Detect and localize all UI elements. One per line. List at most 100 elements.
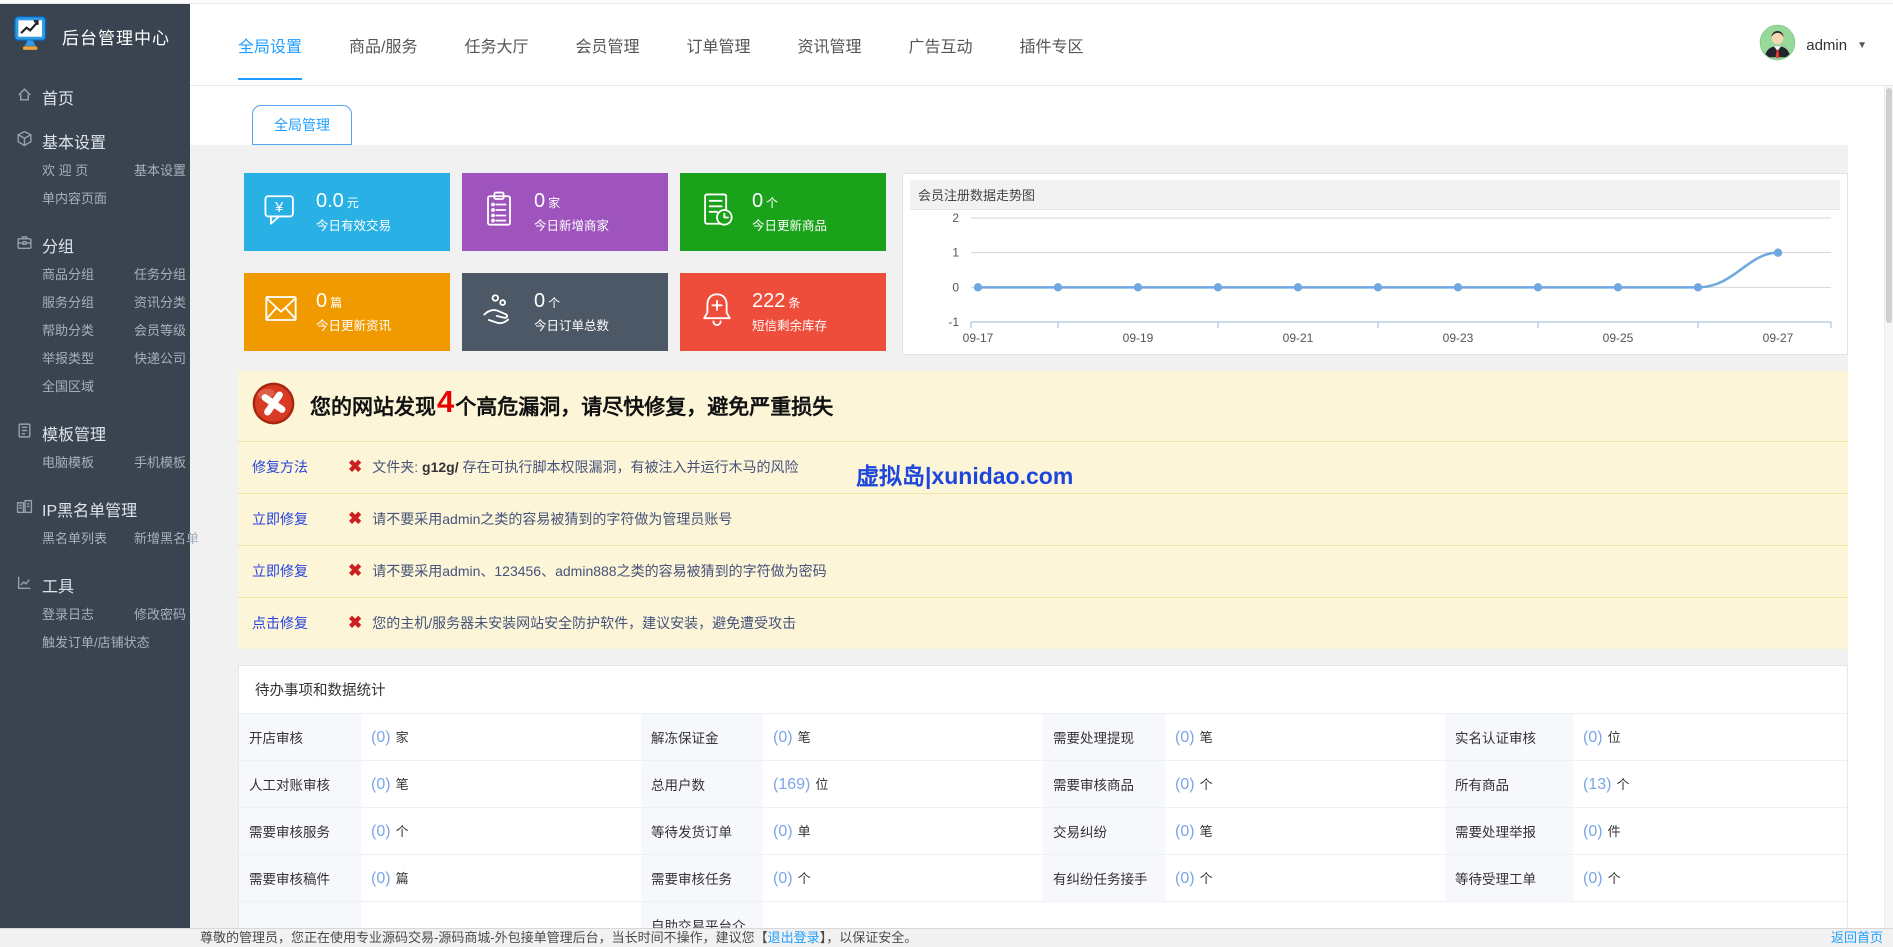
sidebar-item-login-log[interactable]: 登录日志 xyxy=(42,601,134,629)
table-row: 审核资讯评价 (0)个 自助交易平台介入 (0)个 xyxy=(239,902,1847,929)
stat-cell-label: 需要处理提现 xyxy=(1043,714,1165,761)
stat-cell-value: (0)位 xyxy=(1573,714,1847,761)
sidebar-section-tools[interactable]: 工具 xyxy=(16,573,190,597)
nav-item-member-management[interactable]: 会员管理 xyxy=(575,4,639,85)
stat-cell-value: (0)单 xyxy=(763,808,1043,855)
fix-method-link[interactable]: 修复方法 xyxy=(252,457,348,477)
main-content: ¥ 0.0元 今日有效交易 xyxy=(190,145,1848,928)
user-menu[interactable]: admin ▼ xyxy=(1759,4,1867,86)
top-strip xyxy=(0,0,1893,4)
svg-text:1: 1 xyxy=(952,246,959,260)
logout-link[interactable]: 退出登录 xyxy=(768,930,820,945)
sidebar-item-member-level[interactable]: 会员等级 xyxy=(134,317,190,345)
stat-value: 0 xyxy=(752,190,763,212)
stat-cell-label: 实名认证审核 xyxy=(1445,714,1573,761)
stats-table: 开店审核 (0)家 解冻保证金 (0)笔 需要处理提现 (0)笔 实名认证审核 … xyxy=(239,713,1847,928)
stat-unit: 条 xyxy=(788,296,800,310)
nav-item-plugin-zone[interactable]: 插件专区 xyxy=(1020,4,1084,85)
stat-unit: 篇 xyxy=(330,296,342,310)
sidebar: 后台管理中心 首页 基本设置 欢 迎 页 基本设置 单内容页面 分组 商品分组 xyxy=(0,4,190,947)
sidebar-item-goods-group[interactable]: 商品分组 xyxy=(42,261,134,289)
stat-label: 短信剩余库存 xyxy=(752,315,827,334)
tab-global-management[interactable]: 全局管理 xyxy=(252,105,352,145)
stat-value: 0 xyxy=(316,290,327,312)
stat-cell-label: 需要审核稿件 xyxy=(239,855,361,902)
sidebar-item-report-type[interactable]: 举报类型 xyxy=(42,345,134,373)
sidebar-item-national-region[interactable]: 全国区域 xyxy=(42,373,134,401)
click-to-fix-link[interactable]: 点击修复 xyxy=(252,613,348,633)
sidebar-section-basic-settings[interactable]: 基本设置 xyxy=(16,129,190,153)
sidebar-item-task-group[interactable]: 任务分组 xyxy=(134,261,190,289)
sidebar-item-service-group[interactable]: 服务分组 xyxy=(42,289,134,317)
doc-clock-icon xyxy=(695,188,739,237)
sidebar-sub-ip-blacklist: 黑名单列表 新增黑名单 xyxy=(16,525,190,553)
stat-cell-label: 需要审核服务 xyxy=(239,808,361,855)
stat-cell-label: 审核资讯评价 xyxy=(239,902,361,929)
fix-now-link[interactable]: 立即修复 xyxy=(252,561,348,581)
stat-cell-value: (0)个 xyxy=(763,902,1043,929)
stat-value: 222 xyxy=(752,290,785,312)
sidebar-item-welcome-page[interactable]: 欢 迎 页 xyxy=(42,157,134,185)
stat-cell-value: (0)个 xyxy=(361,808,641,855)
sidebar-item-help-category[interactable]: 帮助分类 xyxy=(42,317,134,345)
security-item-row: 立即修复 ✖ 请不要采用admin之类的容易被猜到的字符做为管理员账号 xyxy=(238,493,1848,545)
sidebar-item-single-content-page[interactable]: 单内容页面 xyxy=(42,185,134,213)
stat-cell-label: 需要审核任务 xyxy=(641,855,763,902)
sidebar-item-blacklist-add[interactable]: 新增黑名单 xyxy=(134,525,199,553)
stat-cell-label: 等待受理工单 xyxy=(1445,855,1573,902)
footer-message: 尊敬的管理员，您正在使用专业源码交易-源码商城-外包接单管理后台，当长时间不操作… xyxy=(200,930,917,945)
red-x-icon: ✖ xyxy=(348,509,362,529)
sidebar-item-home[interactable]: 首页 xyxy=(16,85,190,109)
stat-unit: 家 xyxy=(548,196,560,210)
fix-now-link[interactable]: 立即修复 xyxy=(252,509,348,529)
svg-text:09-21: 09-21 xyxy=(1283,331,1314,345)
sidebar-sub-basic-settings: 欢 迎 页 基本设置 单内容页面 xyxy=(16,157,190,213)
table-row: 需要审核稿件 (0)篇 需要审核任务 (0)个 有纠纷任务接手 (0)个 等待受… xyxy=(239,855,1847,902)
table-row: 需要审核服务 (0)个 等待发货订单 (0)单 交易纠纷 (0)笔 需要处理举报… xyxy=(239,808,1847,855)
security-warning-header: 您的网站发现4个高危漏洞，请尽快修复，避免严重损失 xyxy=(238,371,1848,441)
stat-value: 0 xyxy=(534,190,545,212)
stat-cell-label: 需要审核商品 xyxy=(1043,761,1165,808)
stat-cell-label: 总用户数 xyxy=(641,761,763,808)
sidebar-item-pc-template[interactable]: 电脑模板 xyxy=(42,449,134,477)
avatar xyxy=(1759,24,1796,66)
nav-item-goods-services[interactable]: 商品/服务 xyxy=(349,4,417,85)
red-x-icon: ✖ xyxy=(348,457,362,477)
return-home-link[interactable]: 返回首页 xyxy=(1831,929,1883,947)
stat-unit: 元 xyxy=(347,196,359,210)
svg-text:09-17: 09-17 xyxy=(963,331,994,345)
sidebar-item-mobile-template[interactable]: 手机模板 xyxy=(134,449,190,477)
nav-item-global-settings[interactable]: 全局设置 xyxy=(238,4,302,85)
nav-item-ad-interaction[interactable]: 广告互动 xyxy=(909,4,973,85)
stat-cell-value: (0)个 xyxy=(1165,855,1445,902)
security-warning-panel: 您的网站发现4个高危漏洞，请尽快修复，避免严重损失 修复方法 ✖ 文件夹: g1… xyxy=(238,371,1848,649)
stat-cell-label: 所有商品 xyxy=(1445,761,1573,808)
template-icon xyxy=(16,422,33,444)
nav-item-task-hall[interactable]: 任务大厅 xyxy=(464,4,528,85)
yen-bubble-icon: ¥ xyxy=(259,188,303,237)
svg-text:09-23: 09-23 xyxy=(1443,331,1474,345)
security-headline: 您的网站发现4个高危漏洞，请尽快修复，避免严重损失 xyxy=(310,391,833,421)
briefcase-icon xyxy=(16,234,33,256)
sidebar-section-templates[interactable]: 模板管理 xyxy=(16,421,190,445)
sidebar-item-express-company[interactable]: 快递公司 xyxy=(134,345,190,373)
sidebar-item-basic-settings[interactable]: 基本设置 xyxy=(134,157,190,185)
chart-icon xyxy=(16,574,33,596)
sidebar-section-ip-blacklist[interactable]: IP黑名单管理 xyxy=(16,497,190,521)
sidebar-item-news-category[interactable]: 资讯分类 xyxy=(134,289,190,317)
username: admin xyxy=(1806,37,1847,54)
stat-cell-value: (0)笔 xyxy=(361,761,641,808)
sidebar-item-change-password[interactable]: 修改密码 xyxy=(134,601,190,629)
sidebar-sub-groups: 商品分组 任务分组 服务分组 资讯分类 帮助分类 会员等级 举报类型 快递公司 … xyxy=(16,261,190,401)
sidebar-item-blacklist-list[interactable]: 黑名单列表 xyxy=(42,525,134,553)
nav-item-news-management[interactable]: 资讯管理 xyxy=(798,4,862,85)
vertical-scrollbar[interactable] xyxy=(1884,86,1893,928)
stat-card-today-transactions: ¥ 0.0元 今日有效交易 xyxy=(244,173,450,251)
stat-cell-value: (13)个 xyxy=(1573,761,1847,808)
sidebar-item-trigger-order-shop-status[interactable]: 触发订单/店铺状态 xyxy=(42,629,134,657)
svg-text:-1: -1 xyxy=(948,315,959,329)
scrollbar-thumb[interactable] xyxy=(1886,88,1892,323)
clipboard-icon xyxy=(477,188,521,237)
nav-item-order-management[interactable]: 订单管理 xyxy=(687,4,751,85)
sidebar-section-groups[interactable]: 分组 xyxy=(16,233,190,257)
